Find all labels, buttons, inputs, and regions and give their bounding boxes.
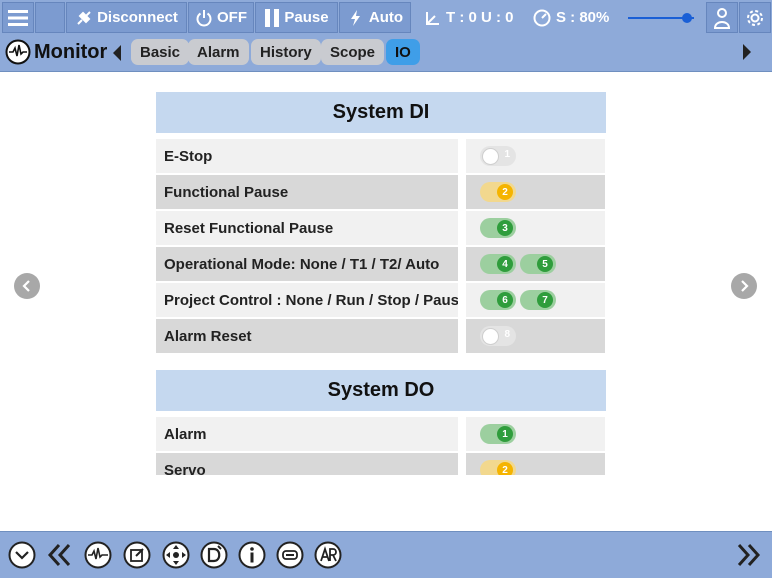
chevron-down-icon[interactable]	[8, 541, 36, 569]
jog-move-icon[interactable]	[162, 541, 190, 569]
io-row-label: Servo	[156, 453, 458, 475]
waveform-icon[interactable]	[84, 541, 112, 569]
page-next-button[interactable]	[731, 273, 757, 299]
io-row-signals: 2	[466, 453, 605, 475]
io-row-label: Alarm	[156, 417, 458, 451]
io-signal-knob: 1	[497, 426, 513, 442]
io-signal-indicator[interactable]: 2	[480, 460, 516, 475]
transfer-icon[interactable]	[276, 541, 304, 569]
chevron-right-icon	[741, 280, 749, 292]
double-chevron-right-icon[interactable]	[735, 541, 763, 569]
io-signal-knob: 2	[497, 462, 513, 475]
edit-icon[interactable]	[123, 541, 151, 569]
chevron-left-icon	[22, 280, 30, 292]
ar-icon[interactable]	[314, 541, 342, 569]
info-icon[interactable]	[238, 541, 266, 569]
io-row-signals: 1	[466, 417, 605, 451]
double-chevron-left-icon[interactable]	[45, 541, 73, 569]
page-prev-button[interactable]	[14, 273, 40, 299]
bottom-toolbar	[0, 531, 772, 578]
program-d-icon[interactable]	[200, 541, 228, 569]
io-signal-indicator[interactable]: 1	[480, 424, 516, 444]
